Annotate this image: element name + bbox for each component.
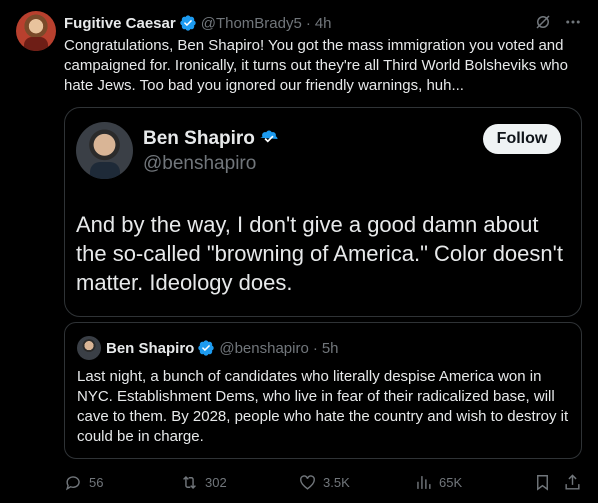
reply-button[interactable]: 56 bbox=[64, 471, 103, 493]
quote-avatar[interactable] bbox=[77, 336, 101, 360]
reply-icon bbox=[65, 475, 80, 490]
like-count: 3.5K bbox=[323, 474, 350, 490]
tweet: Fugitive Caesar @ThomBrady5 · 4h Congrat… bbox=[0, 0, 598, 503]
views-button[interactable]: 65K bbox=[414, 471, 462, 493]
quoted-post[interactable]: Ben Shapiro @benshapiro · 5h Last night,… bbox=[64, 322, 582, 459]
card-author-handle[interactable]: @benshapiro bbox=[143, 153, 256, 175]
card-text: And by the way, I don't give a good damn… bbox=[76, 212, 563, 295]
action-bar: 56 302 3.5K 65K bbox=[64, 471, 584, 493]
author-handle[interactable]: @ThomBrady5 bbox=[201, 15, 302, 32]
like-icon bbox=[300, 474, 315, 490]
separator-dot: · bbox=[312, 339, 318, 357]
card-avatar[interactable] bbox=[76, 122, 133, 179]
tweet-text: Congratulations, Ben Shapiro! You got th… bbox=[64, 37, 568, 94]
quote-author-handle[interactable]: @benshapiro bbox=[219, 340, 308, 357]
author-name[interactable]: Fugitive Caesar bbox=[64, 15, 176, 32]
repost-button[interactable]: 302 bbox=[180, 471, 227, 493]
repost-icon bbox=[183, 475, 196, 489]
follow-button[interactable]: Follow bbox=[483, 124, 561, 154]
view-count: 65K bbox=[439, 474, 463, 490]
quote-author-name[interactable]: Ben Shapiro bbox=[106, 340, 194, 357]
verified-badge-icon bbox=[198, 340, 215, 356]
share-icon bbox=[565, 473, 580, 490]
views-icon bbox=[417, 475, 431, 489]
bookmark-icon bbox=[537, 474, 548, 491]
verified-badge-icon bbox=[180, 15, 196, 31]
tweet-time[interactable]: 4h bbox=[315, 15, 332, 32]
separator-dot: · bbox=[305, 14, 311, 32]
quote-time[interactable]: 5h bbox=[322, 340, 339, 357]
more-icon[interactable] bbox=[564, 13, 582, 31]
tweet-header: Fugitive Caesar @ThomBrady5 · 4h bbox=[64, 12, 582, 34]
grok-icon[interactable] bbox=[534, 13, 552, 31]
card-author-name-row: Ben Shapiro bbox=[143, 128, 279, 150]
embedded-post-card[interactable]: Ben Shapiro @benshapiro Follow And by th… bbox=[64, 107, 582, 317]
card-author-name[interactable]: Ben Shapiro bbox=[143, 128, 255, 150]
quote-header: Ben Shapiro @benshapiro · 5h bbox=[77, 336, 339, 360]
bookmark-button[interactable] bbox=[533, 471, 552, 493]
header-icons bbox=[534, 13, 582, 31]
verified-badge-icon bbox=[260, 130, 278, 143]
like-button[interactable]: 3.5K bbox=[298, 471, 350, 493]
repost-count: 302 bbox=[205, 474, 227, 490]
quote-text: Last night, a bunch of candidates who li… bbox=[77, 368, 569, 445]
reply-count: 56 bbox=[89, 474, 104, 490]
share-button[interactable] bbox=[563, 471, 582, 493]
author-avatar[interactable] bbox=[16, 11, 56, 51]
